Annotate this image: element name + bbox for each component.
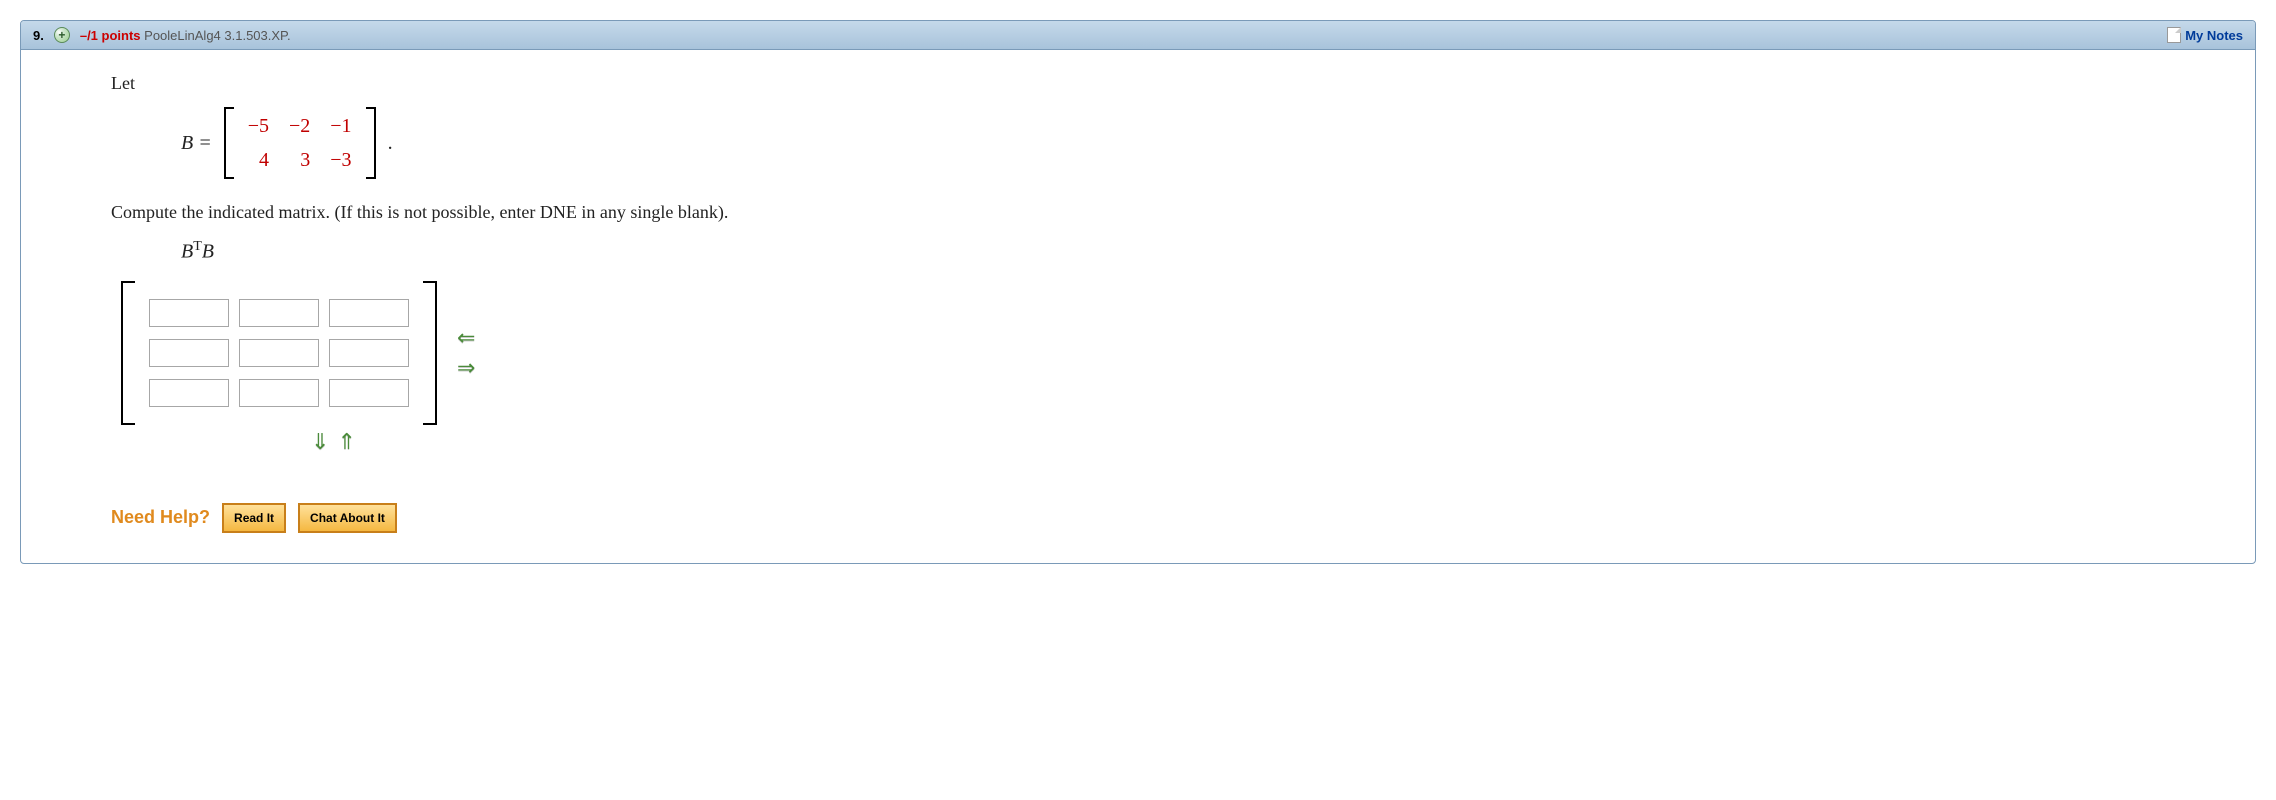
- answer-zone: ⇐ ⇒: [121, 281, 2195, 425]
- my-notes-label: My Notes: [2185, 28, 2243, 43]
- chat-about-it-button[interactable]: Chat About It: [298, 503, 397, 533]
- add-col-icon[interactable]: ⇒: [457, 357, 475, 379]
- answer-cell-input[interactable]: [239, 379, 319, 407]
- let-text: Let: [111, 70, 2195, 97]
- matrix-cell: −1: [320, 109, 361, 143]
- expand-icon[interactable]: +: [54, 27, 70, 43]
- matrix-lhs: B =: [181, 128, 212, 158]
- question-container: 9. + –/1 points PooleLinAlg4 3.1.503.XP.…: [20, 20, 2256, 564]
- read-it-button[interactable]: Read It: [222, 503, 286, 533]
- help-row: Need Help? Read It Chat About It: [111, 503, 2195, 533]
- my-notes-link[interactable]: My Notes: [2167, 27, 2243, 43]
- question-header: 9. + –/1 points PooleLinAlg4 3.1.503.XP.…: [21, 21, 2255, 50]
- matrix-cell: −5: [238, 109, 279, 143]
- col-size-controls: ⇐ ⇒: [457, 327, 475, 379]
- points-text: –/1 points: [80, 28, 141, 43]
- question-body: Let B = −5 −2 −1 4 3 −3: [21, 50, 2255, 563]
- need-help-label: Need Help?: [111, 504, 210, 531]
- instruction-text: Compute the indicated matrix. (If this i…: [111, 199, 2195, 226]
- points-source: –/1 points PooleLinAlg4 3.1.503.XP.: [80, 28, 291, 43]
- row-size-controls: ⇓ ⇑: [311, 431, 2195, 453]
- add-row-icon[interactable]: ⇓: [311, 431, 329, 453]
- answer-cell-input[interactable]: [239, 299, 319, 327]
- matrix-definition: B = −5 −2 −1 4 3 −3 .: [181, 107, 2195, 179]
- matrix-cell: −3: [320, 143, 361, 177]
- matrix-B: −5 −2 −1 4 3 −3: [224, 107, 376, 179]
- matrix-cell: 3: [279, 143, 320, 177]
- question-number: 9.: [33, 28, 44, 43]
- target-expression: BTB: [181, 236, 2195, 267]
- remove-row-icon[interactable]: ⇑: [337, 431, 355, 453]
- matrix-cell: 4: [238, 143, 279, 177]
- answer-grid: [139, 287, 419, 419]
- answer-matrix: [121, 281, 437, 425]
- answer-cell-input[interactable]: [149, 339, 229, 367]
- matrix-B-table: −5 −2 −1 4 3 −3: [238, 109, 362, 177]
- matrix-cell: −2: [279, 109, 320, 143]
- note-icon: [2167, 27, 2181, 43]
- answer-cell-input[interactable]: [329, 379, 409, 407]
- source-text: PooleLinAlg4 3.1.503.XP.: [144, 28, 291, 43]
- answer-cell-input[interactable]: [149, 379, 229, 407]
- answer-cell-input[interactable]: [239, 339, 319, 367]
- remove-col-icon[interactable]: ⇐: [457, 327, 475, 349]
- answer-cell-input[interactable]: [329, 339, 409, 367]
- answer-cell-input[interactable]: [149, 299, 229, 327]
- matrix-period: .: [388, 128, 393, 158]
- answer-cell-input[interactable]: [329, 299, 409, 327]
